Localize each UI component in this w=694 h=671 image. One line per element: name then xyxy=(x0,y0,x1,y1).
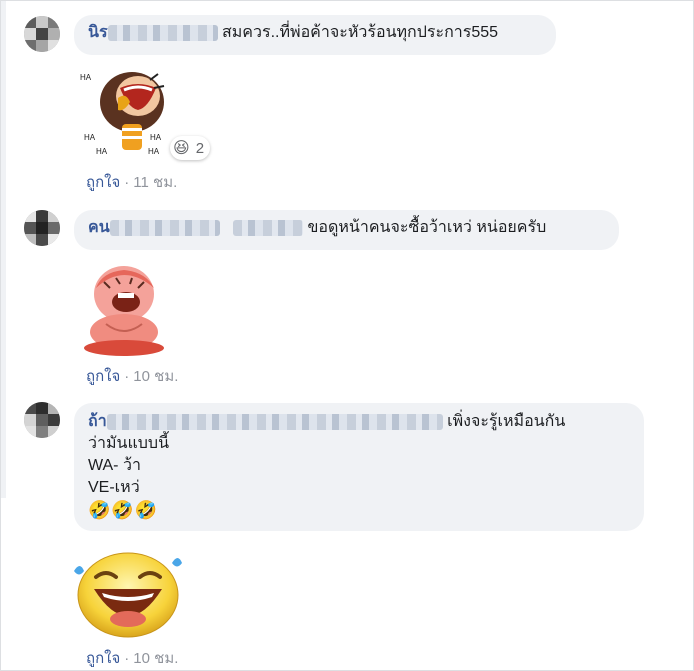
left-gutter xyxy=(0,0,6,498)
comment-meta: ถูกใจ · 11 ชม. xyxy=(86,174,178,191)
rofl-emoji-icons: 🤣🤣🤣 xyxy=(88,500,159,520)
comment-text-line: เพิ่งจะรู้เหมือนกัน xyxy=(447,413,566,430)
svg-text:HA: HA xyxy=(150,133,162,142)
avatar[interactable] xyxy=(24,402,60,438)
blurred-name xyxy=(106,413,443,430)
comment-text-line: WA- ว้า xyxy=(88,457,141,474)
svg-text:HA: HA xyxy=(96,147,108,156)
like-link[interactable]: ถูกใจ xyxy=(86,650,120,667)
avatar[interactable] xyxy=(24,210,60,246)
comment-bubble: นิร สมควร..ที่พ่อค้าจะหัวร้อนทุกประการ55… xyxy=(74,15,556,55)
svg-text:HA: HA xyxy=(80,73,92,82)
laughing-face-sticker xyxy=(74,552,182,638)
comment-text-line: VE-เหว่ xyxy=(88,479,140,496)
blurred-name xyxy=(109,219,220,236)
blurred-name xyxy=(232,219,303,236)
comment-text-line: ว่ามันแบบนี้ xyxy=(88,435,170,452)
comment-bubble: ถ้า เพิ่งจะรู้เหมือนกัน ว่ามันแบบนี้ WA-… xyxy=(74,403,644,531)
comment-author[interactable]: นิร xyxy=(88,24,222,41)
like-link[interactable]: ถูกใจ xyxy=(86,174,120,191)
comment-text: สมควร..ที่พ่อค้าจะหัวร้อนทุกประการ555 xyxy=(221,24,499,41)
comment-bubble: คน ขอดูหน้าคนจะซื้อว้าเหว่ หน่อยครับ xyxy=(74,210,619,250)
comment-meta: ถูกใจ · 10 ชม. xyxy=(86,368,179,385)
svg-text:HA: HA xyxy=(148,147,160,156)
reaction-count[interactable]: 😆 2 xyxy=(170,136,211,160)
comment-text: ขอดูหน้าคนจะซื้อว้าเหว่ หน่อยครับ xyxy=(307,219,547,236)
timestamp[interactable]: 11 ชม. xyxy=(133,174,177,191)
blurred-name xyxy=(107,24,218,41)
haha-emoji-icon: 😆 xyxy=(173,140,190,157)
timestamp[interactable]: 10 ชม. xyxy=(133,650,178,667)
comment-author[interactable]: ถ้า xyxy=(88,413,447,430)
timestamp[interactable]: 10 ชม. xyxy=(133,368,178,385)
comment-meta: ถูกใจ · 10 ชม. xyxy=(86,650,179,667)
laughing-girl-sticker xyxy=(84,266,164,356)
like-link[interactable]: ถูกใจ xyxy=(86,368,120,385)
comment-author[interactable]: คน xyxy=(88,219,307,236)
avatar[interactable] xyxy=(24,16,60,52)
svg-text:HA: HA xyxy=(84,133,96,142)
